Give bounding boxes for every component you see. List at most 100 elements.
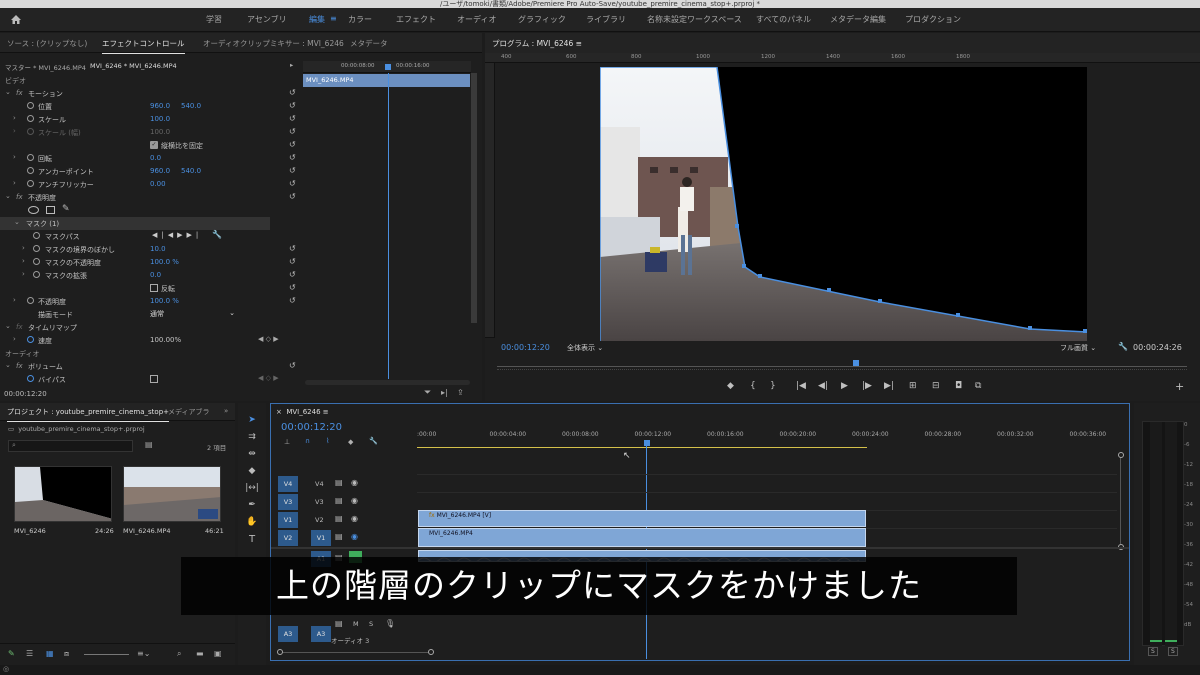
pen-tool-icon[interactable]: ✒ xyxy=(244,500,260,514)
workspace-tab[interactable]: すべてのパネル xyxy=(756,14,811,25)
program-scrubber[interactable] xyxy=(497,366,1187,367)
workspace-tab[interactable]: プロダクション xyxy=(905,14,961,25)
compare-icon[interactable]: ⧉ xyxy=(975,381,981,391)
tab-project[interactable]: プロジェクト : youtube_premire_cinema_stop+ xyxy=(7,407,169,422)
effect-zoom-scrollbar[interactable] xyxy=(305,380,470,385)
reset-icon[interactable]: ↺ xyxy=(289,361,296,370)
project-item-thumbnail[interactable] xyxy=(123,466,221,522)
list-view-icon[interactable]: ☰ xyxy=(26,649,33,658)
mute-button[interactable]: M xyxy=(353,620,359,628)
workspace-tab[interactable]: 名称未設定ワークスペース xyxy=(647,14,742,25)
new-item-icon[interactable]: ▣ xyxy=(214,649,222,658)
mask-track-controls[interactable]: ◀|◀▶▶| xyxy=(152,231,202,239)
timeline-timecode[interactable]: 00:00:12:20 xyxy=(281,422,342,433)
playhead-handle[interactable] xyxy=(385,64,391,70)
pen-mask-icon[interactable]: ✎ xyxy=(62,204,70,214)
stopwatch-icon[interactable] xyxy=(33,271,40,278)
workspace-menu-icon[interactable]: ≡ xyxy=(330,14,337,23)
timeline-ruler[interactable]: :00:00 00:00:04:00 00:00:08:00 00:00:12:00 0… xyxy=(417,429,1122,441)
chevron-right-icon[interactable]: › xyxy=(13,296,16,304)
eye-icon[interactable]: ◉ xyxy=(351,532,358,541)
chevron-down-icon[interactable]: ⌄ xyxy=(14,218,20,226)
volume-row[interactable]: ⌄ fx ボリューム ↺ xyxy=(0,360,300,373)
program-playhead[interactable] xyxy=(852,360,859,366)
ellipse-mask-icon[interactable] xyxy=(28,206,39,214)
add-marker-icon[interactable]: ◆ xyxy=(727,381,734,391)
position-y-value[interactable]: 540.0 xyxy=(181,102,201,110)
add-marker-icon[interactable]: ◆ xyxy=(348,438,353,446)
program-timecode[interactable]: 00:00:12:20 xyxy=(501,343,550,352)
opacity-section-row[interactable]: ⌄ fx 不透明度 ↺ xyxy=(0,191,300,204)
invert-checkbox[interactable] xyxy=(150,284,158,292)
project-item-thumbnail[interactable] xyxy=(14,466,112,522)
video-clip[interactable]: fx MVI_6246.MP4 [V] xyxy=(418,510,866,527)
chevron-down-icon[interactable]: ⌄ xyxy=(5,322,11,330)
workspace-tab[interactable]: グラフィック xyxy=(518,14,566,25)
home-icon[interactable] xyxy=(10,14,22,25)
mark-out-icon[interactable]: } xyxy=(770,381,776,391)
scale-value[interactable]: 100.0 xyxy=(150,115,170,123)
track-select-tool-icon[interactable]: ⇉ xyxy=(244,432,260,446)
nest-icon[interactable]: ⊥ xyxy=(284,438,290,446)
mask-expansion-value[interactable]: 0.0 xyxy=(150,271,161,279)
new-bin-icon[interactable]: ▤ xyxy=(145,440,153,449)
reset-icon[interactable]: ↺ xyxy=(289,88,296,97)
antiflicker-value[interactable]: 0.00 xyxy=(150,180,166,188)
workspace-tab[interactable]: アセンブリ xyxy=(247,14,287,25)
tab-metadata[interactable]: メタデータ xyxy=(350,38,388,49)
video-clip[interactable]: MVI_6246.MP4 xyxy=(418,528,866,547)
more-tabs-icon[interactable]: » xyxy=(224,407,228,415)
chevron-right-icon[interactable]: › xyxy=(13,335,16,343)
workspace-tab[interactable]: メタデータ編集 xyxy=(830,14,886,25)
sequence-clip-dropdown[interactable]: MVI_6246 * MVI_6246.MP4 xyxy=(90,62,177,70)
reset-icon[interactable]: ↺ xyxy=(289,270,296,279)
export-frame-icon[interactable]: ▸| xyxy=(441,388,448,397)
stopwatch-icon[interactable] xyxy=(27,375,34,382)
reset-icon[interactable]: ↺ xyxy=(289,140,296,149)
motion-row[interactable]: ⌄ fx モーション ↺ xyxy=(0,87,300,100)
slip-tool-icon[interactable]: |↔| xyxy=(244,483,260,497)
reset-icon[interactable]: ↺ xyxy=(289,166,296,175)
workspace-tab[interactable]: 編集 xyxy=(309,14,325,25)
stopwatch-icon[interactable] xyxy=(27,154,34,161)
project-item-name[interactable]: MVI_6246.MP4 xyxy=(123,527,171,535)
stopwatch-icon[interactable] xyxy=(27,180,34,187)
reset-icon[interactable]: ↺ xyxy=(289,101,296,110)
anchor-y-value[interactable]: 540.0 xyxy=(181,167,201,175)
zoom-dropdown[interactable]: 全体表示 ⌄ xyxy=(567,343,603,353)
razor-tool-icon[interactable]: ◆ xyxy=(244,466,260,480)
play-icon[interactable]: ▶ xyxy=(841,381,848,391)
chevron-right-icon[interactable]: › xyxy=(22,257,25,265)
workspace-tab[interactable]: オーディオ xyxy=(457,14,496,25)
linked-selection-icon[interactable]: ⌇ xyxy=(326,437,329,445)
step-forward-icon[interactable]: |▶ xyxy=(862,381,872,391)
eye-icon[interactable]: ◉ xyxy=(351,478,358,487)
step-back-icon[interactable]: ◀| xyxy=(818,381,828,391)
quality-dropdown[interactable]: フル画質 ⌄ xyxy=(1060,343,1096,353)
stopwatch-icon[interactable] xyxy=(33,258,40,265)
project-search-input[interactable]: ⌕ xyxy=(8,440,133,452)
insert-icon[interactable]: ⊞ xyxy=(909,381,917,391)
bypass-checkbox[interactable] xyxy=(150,375,158,383)
wrench-icon[interactable]: 🔧 xyxy=(1118,342,1128,351)
sync-lock-icon[interactable]: ▤ xyxy=(335,478,343,487)
blend-mode-dropdown[interactable]: 通常 ⌄ xyxy=(150,309,235,319)
go-to-out-icon[interactable]: ▶| xyxy=(884,381,894,391)
uniform-scale-checkbox[interactable]: ✓ xyxy=(150,141,158,149)
reset-icon[interactable]: ↺ xyxy=(289,153,296,162)
opacity-value[interactable]: 100.0 % xyxy=(150,297,179,305)
icon-view-icon[interactable]: ▦ xyxy=(46,649,54,658)
anchor-x-value[interactable]: 960.0 xyxy=(150,167,170,175)
reset-icon[interactable]: ↺ xyxy=(289,257,296,266)
stopwatch-icon[interactable] xyxy=(27,115,34,122)
tab-source[interactable]: ソース : (クリップなし) xyxy=(7,38,87,49)
pencil-icon[interactable]: ✎ xyxy=(8,649,15,658)
solo-button[interactable]: S xyxy=(369,620,373,628)
zoom-slider[interactable] xyxy=(84,654,129,655)
effect-ruler[interactable]: 00:00:08:00 00:00:16:00 xyxy=(303,61,471,73)
workspace-tab[interactable]: エフェクト xyxy=(396,14,436,25)
solo-left-button[interactable]: S xyxy=(1148,647,1158,656)
type-tool-icon[interactable]: T xyxy=(244,534,260,548)
sync-lock-icon[interactable]: ▤ xyxy=(335,514,343,523)
workspace-tab[interactable]: 学習 xyxy=(206,14,222,25)
